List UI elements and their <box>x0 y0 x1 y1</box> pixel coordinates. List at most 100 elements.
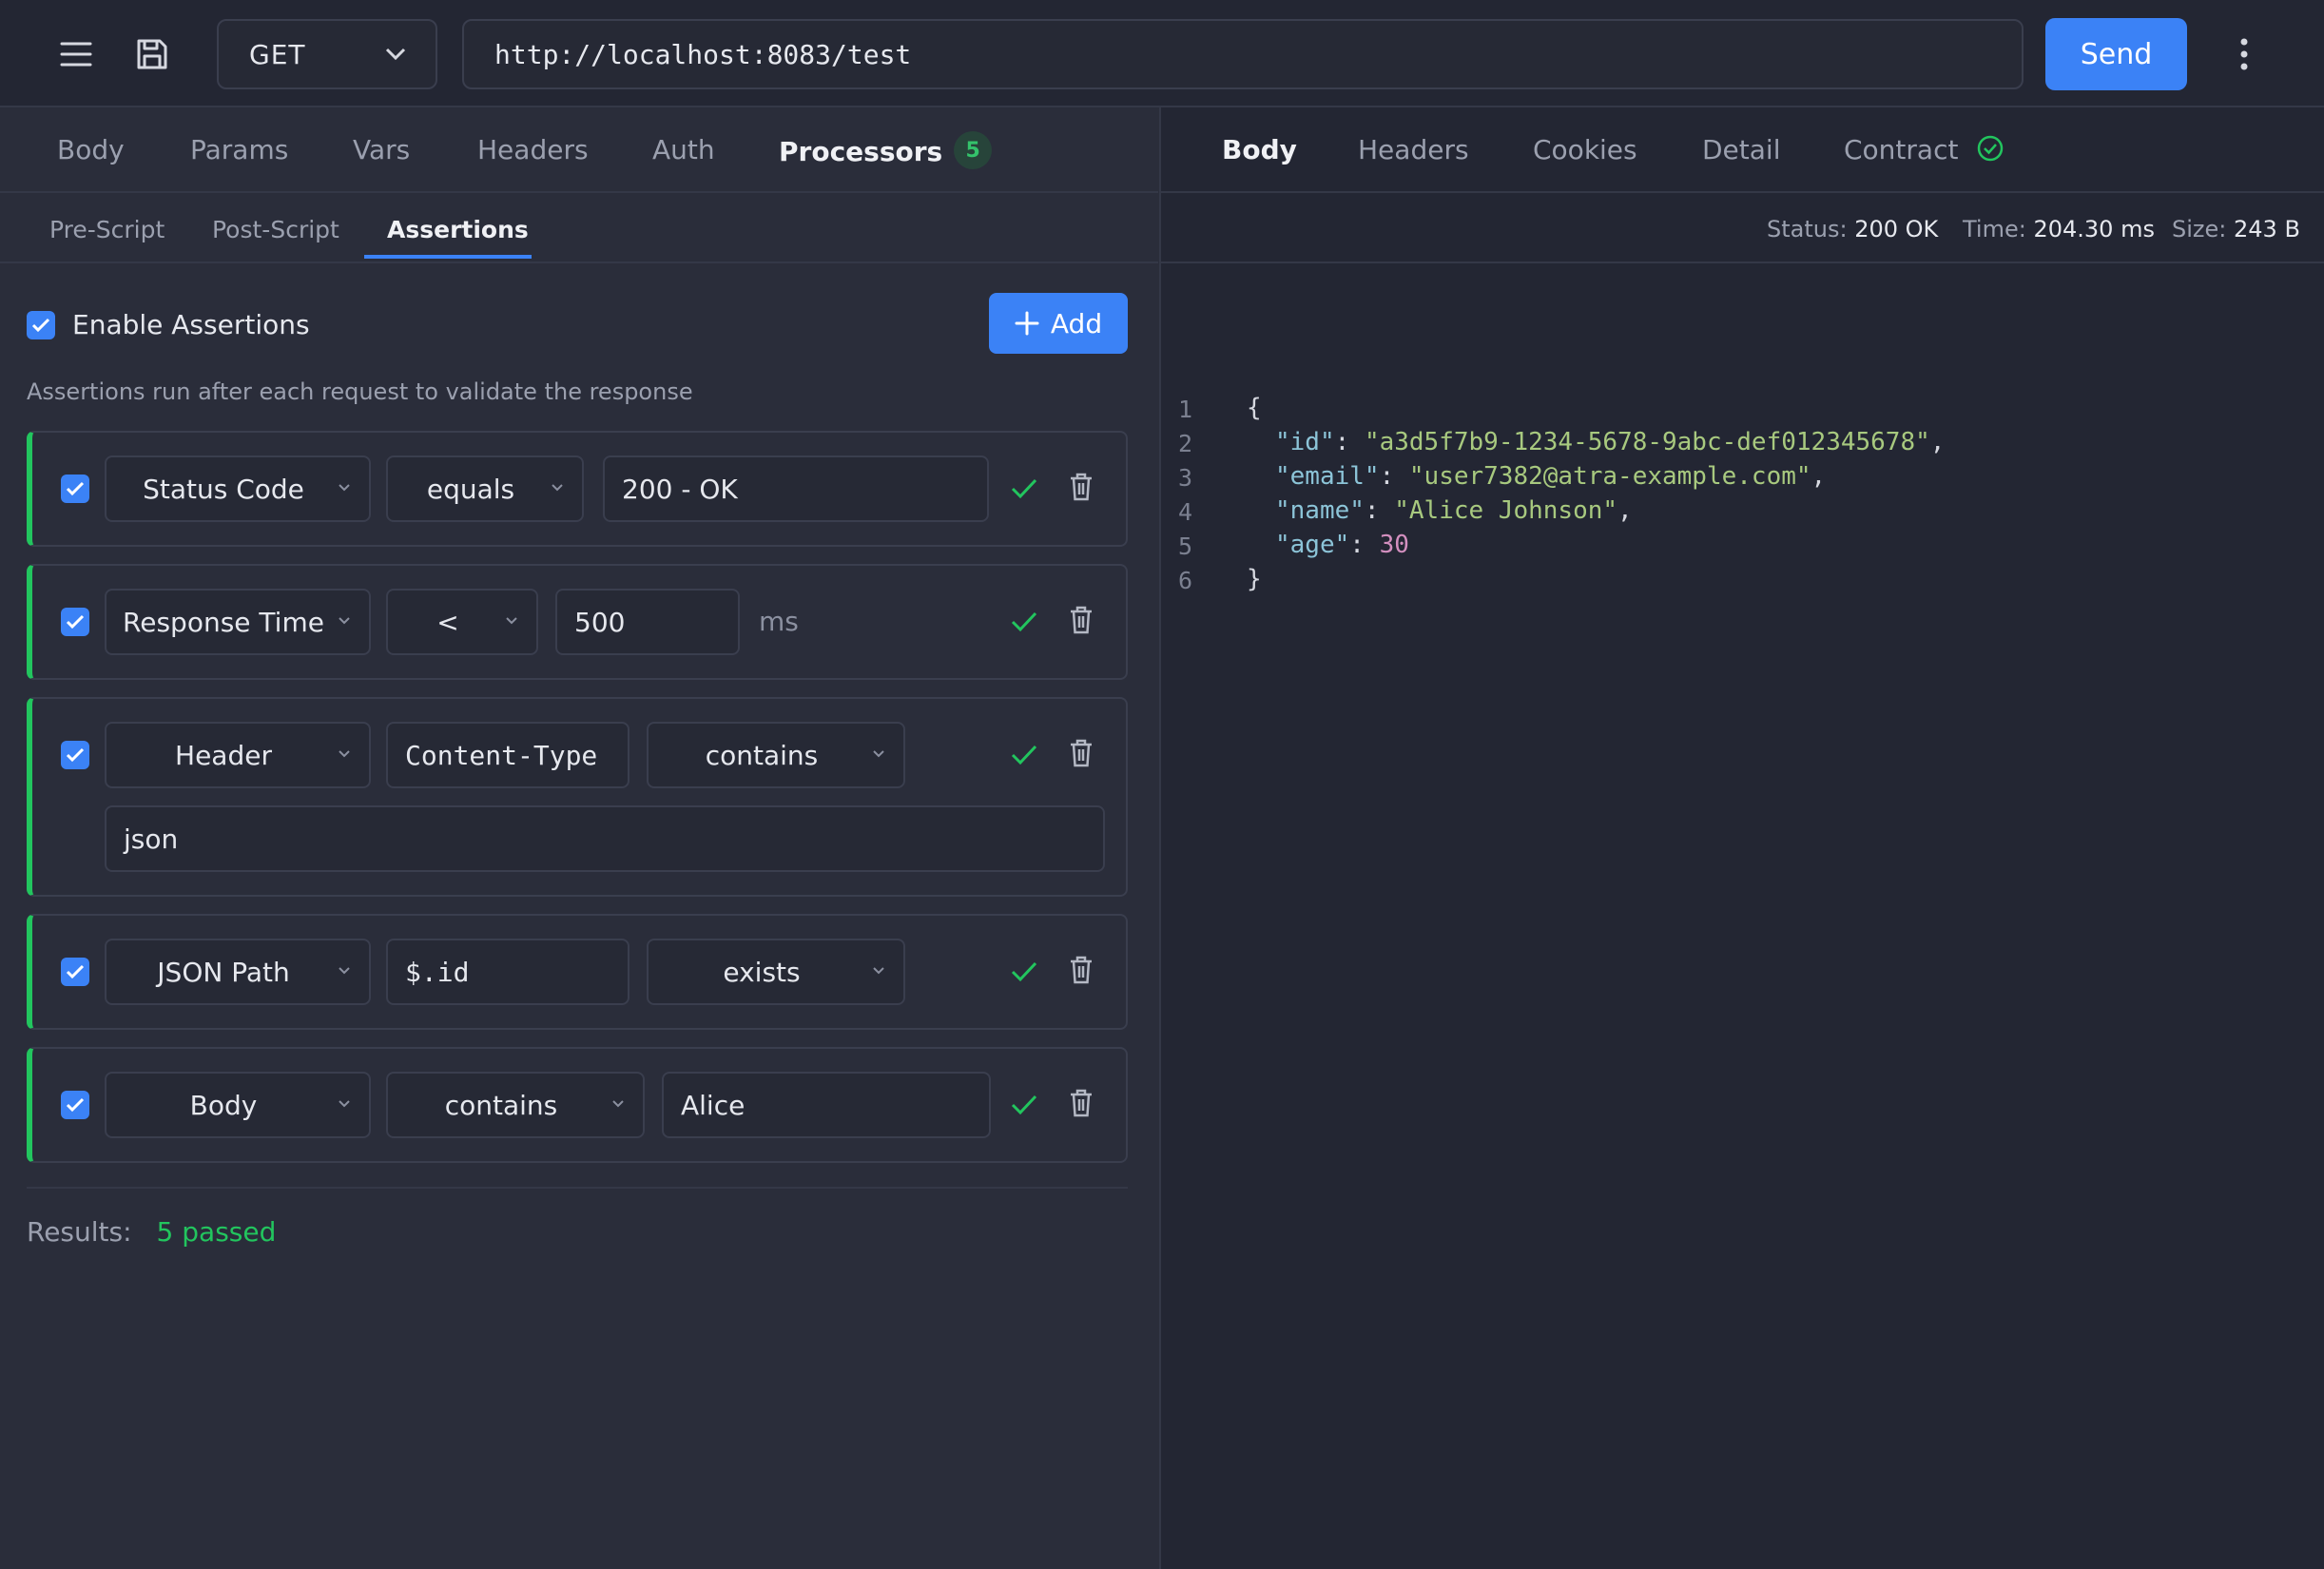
tab-processors[interactable]: Processors 5 <box>779 131 993 172</box>
assertions-hint: Assertions run after each request to val… <box>27 378 693 405</box>
code-line: "email": "user7382@atra-example.com", <box>1275 462 1827 491</box>
trash-icon[interactable] <box>1069 1089 1094 1117</box>
enable-assertions-toggle[interactable]: Enable Assertions <box>27 309 310 340</box>
response-tab-detail[interactable]: Detail <box>1702 134 1780 165</box>
check-icon <box>66 747 85 763</box>
chevron-down-icon <box>506 617 517 625</box>
add-label: Add <box>1050 307 1103 339</box>
json-path-input[interactable]: $.id <box>386 939 629 1005</box>
check-icon <box>1011 1094 1037 1115</box>
line-number: 2 <box>1178 430 1193 457</box>
trash-icon[interactable] <box>1069 956 1094 984</box>
tab-headers[interactable]: Headers <box>477 134 589 165</box>
assertion-value-input[interactable]: 200 - OK <box>603 455 989 522</box>
json-value: "a3d5f7b9-1234-5678-9abc-def012345678" <box>1364 428 1930 456</box>
assertion-enabled-checkbox[interactable] <box>61 958 89 986</box>
assertion-value-input[interactable]: Alice <box>662 1072 991 1138</box>
response-tab-contract-label: Contract <box>1844 134 1959 165</box>
results-value: 5 passed <box>156 1216 277 1248</box>
tab-auth[interactable]: Auth <box>652 134 715 165</box>
check-circle-icon <box>1978 135 2004 162</box>
plus-icon <box>1015 311 1039 336</box>
assertion-type-value: Response Time <box>123 606 324 638</box>
subtab-pre-script[interactable]: Pre-Script <box>49 216 165 243</box>
enable-assertions-label: Enable Assertions <box>72 309 310 340</box>
menu-icon[interactable] <box>52 30 100 78</box>
results-divider <box>27 1187 1128 1189</box>
response-tab-cookies[interactable]: Cookies <box>1533 134 1637 165</box>
header-name-value: Content-Type <box>405 739 598 771</box>
tab-processors-label: Processors <box>779 136 943 167</box>
checkbox[interactable] <box>27 310 55 339</box>
save-icon[interactable] <box>128 30 176 78</box>
assertion-operator-value: equals <box>426 473 515 505</box>
assertion-value-input[interactable]: json <box>105 805 1105 872</box>
chevron-down-icon <box>552 484 563 492</box>
url-input[interactable]: http://localhost:8083/test <box>462 19 2024 89</box>
assertion-row: Header Content-Type contains json <box>27 697 1128 897</box>
assertion-operator-value: contains <box>705 739 819 771</box>
assertion-operator-select[interactable]: < <box>386 589 538 655</box>
json-key: "name" <box>1275 496 1365 525</box>
response-tab-headers[interactable]: Headers <box>1358 134 1469 165</box>
check-icon <box>66 614 85 630</box>
assertion-type-select[interactable]: Status Code <box>105 455 371 522</box>
assertion-enabled-checkbox[interactable] <box>61 741 89 769</box>
assertion-type-select[interactable]: Header <box>105 722 371 788</box>
response-panel: Body Headers Cookies Detail Contract Sta… <box>1159 107 2324 1569</box>
chevron-down-icon <box>873 750 884 758</box>
tab-vars[interactable]: Vars <box>353 134 410 165</box>
tab-params[interactable]: Params <box>190 134 288 165</box>
trash-icon[interactable] <box>1069 606 1094 634</box>
response-tab-contract[interactable]: Contract <box>1844 134 2004 165</box>
assertion-type-value: Header <box>175 739 272 771</box>
more-vertical-icon[interactable] <box>2223 30 2265 78</box>
trash-icon[interactable] <box>1069 739 1094 767</box>
assertion-type-value: Body <box>189 1089 258 1121</box>
line-number: 4 <box>1178 498 1193 526</box>
top-bar: GET http://localhost:8083/test Send <box>0 0 2324 107</box>
assertion-operator-value: contains <box>444 1089 558 1121</box>
chevron-down-icon <box>873 967 884 975</box>
assertion-operator-select[interactable]: contains <box>647 722 905 788</box>
line-number: 3 <box>1178 464 1193 492</box>
assertion-row: Status Code equals 200 - OK <box>27 431 1128 547</box>
assertion-type-value: Status Code <box>143 473 304 505</box>
method-select[interactable]: GET <box>217 19 437 89</box>
tab-body[interactable]: Body <box>57 134 125 165</box>
assertion-enabled-checkbox[interactable] <box>61 1091 89 1119</box>
assertion-operator-select[interactable]: exists <box>647 939 905 1005</box>
trash-icon[interactable] <box>1069 473 1094 501</box>
assertion-enabled-checkbox[interactable] <box>61 608 89 636</box>
assertion-type-select[interactable]: Body <box>105 1072 371 1138</box>
size-label: Size: <box>2172 216 2227 242</box>
check-icon <box>66 481 85 496</box>
subtab-assertions[interactable]: Assertions <box>387 216 529 243</box>
check-icon <box>1011 611 1037 632</box>
assertion-operator-value: exists <box>723 956 801 988</box>
assertion-operator-select[interactable]: contains <box>386 1072 645 1138</box>
add-assertion-button[interactable]: Add <box>989 293 1128 354</box>
send-button[interactable]: Send <box>2045 18 2187 90</box>
subtab-post-script[interactable]: Post-Script <box>212 216 339 243</box>
assertion-value-input[interactable]: 500 <box>555 589 740 655</box>
chevron-down-icon <box>339 967 350 975</box>
assertion-type-select[interactable]: JSON Path <box>105 939 371 1005</box>
chevron-down-icon <box>339 750 350 758</box>
assertion-value: Alice <box>681 1089 746 1121</box>
assertion-enabled-checkbox[interactable] <box>61 475 89 503</box>
header-name-input[interactable]: Content-Type <box>386 722 629 788</box>
check-icon <box>1011 961 1037 982</box>
response-tab-body[interactable]: Body <box>1222 134 1297 165</box>
code-line: "age": 30 <box>1275 531 1409 559</box>
line-number: 6 <box>1178 567 1193 594</box>
assertion-operator-value: < <box>436 606 459 638</box>
check-icon <box>31 318 50 332</box>
check-icon <box>1011 745 1037 765</box>
line-number: 5 <box>1178 533 1193 560</box>
assertion-type-select[interactable]: Response Time <box>105 589 371 655</box>
assertion-operator-select[interactable]: equals <box>386 455 584 522</box>
json-key: "email" <box>1275 462 1380 491</box>
status-value: 200 OK <box>1854 216 1939 242</box>
json-value: "user7382@atra-example.com" <box>1408 462 1811 491</box>
